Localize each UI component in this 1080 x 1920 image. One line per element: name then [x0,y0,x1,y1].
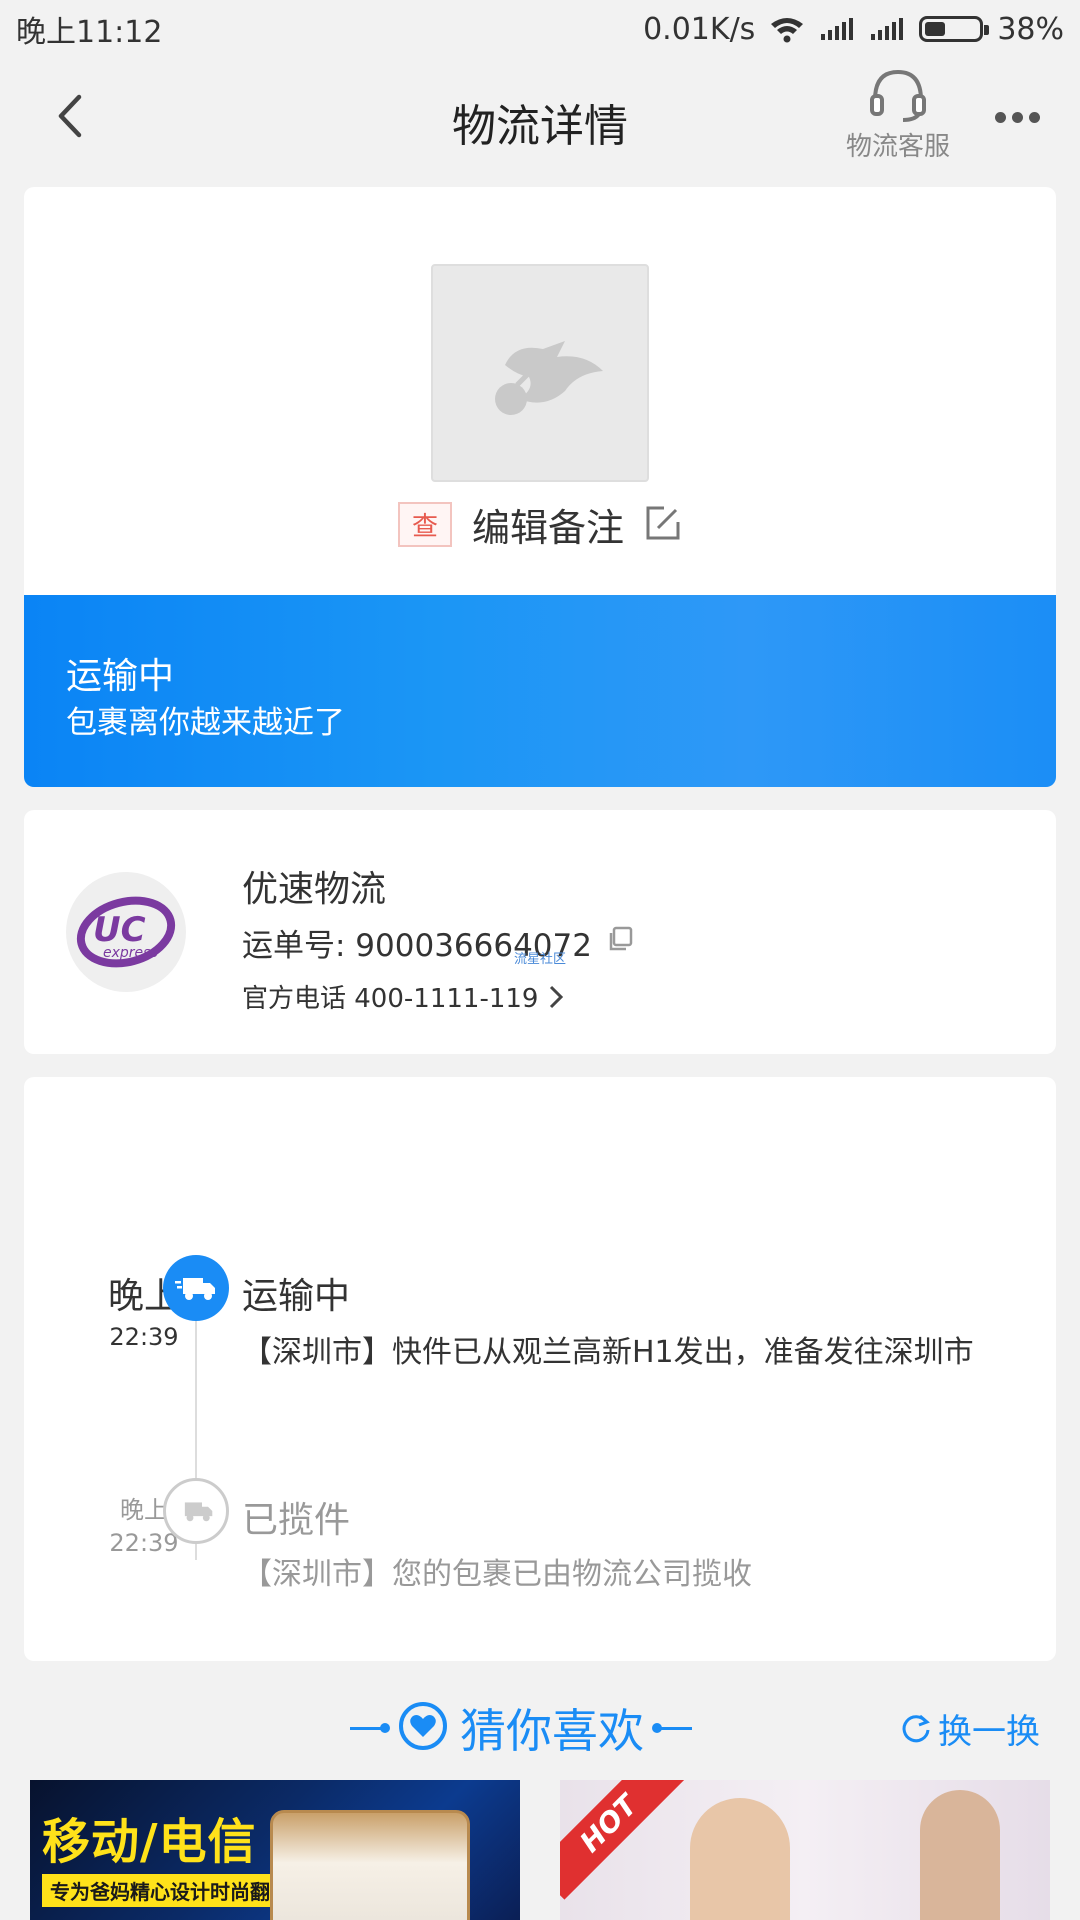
official-phone-label: 官方电话 400-1111-119 [242,984,539,1014]
tracking-timeline: 晚上 22:39 运输中 【深圳市】快件已从观兰高新H1发出，准备发往深圳市 晚… [24,1077,1056,1661]
customer-service-label: 物流客服 [845,132,950,162]
carrier-card: UC express 优速物流 运单号: 900036664072 流星社区 官… [24,810,1056,1054]
headset-icon [870,69,926,122]
wifi-icon [769,15,805,43]
timeline-desc: 【深圳市】快件已从观兰高新H1发出，准备发往深圳市 [242,1335,974,1370]
truck-icon [163,1478,229,1544]
phone-product-image [270,1810,470,1920]
edit-remark-label[interactable]: 编辑备注 [472,497,624,552]
copy-icon[interactable] [606,925,634,961]
recommendation-title: 猜你喜欢 [460,1704,644,1758]
signal-icon-2 [869,16,905,42]
divider [652,1722,692,1733]
edit-icon[interactable] [644,504,682,546]
shipping-status-title: 运输中 [66,656,175,697]
chevron-right-icon [550,985,564,1008]
divider [350,1722,390,1733]
product-image-person [690,1798,790,1920]
battery-icon [919,16,990,42]
refresh-label: 换一换 [938,1711,1040,1752]
customer-service-button[interactable]: 物流客服 [838,66,958,170]
shipping-status-subtitle: 包裹离你越来越近了 [66,705,345,741]
carrier-name: 优速物流 [242,869,387,910]
truck-icon [163,1255,229,1321]
product-subtitle: 专为爸妈精心设计时尚翻盖 [42,1874,298,1907]
more-button[interactable] [985,92,1049,142]
status-indicators: 0.01K/s 38% [643,12,1064,47]
timeline-clock: 22:39 [109,1323,179,1351]
query-tag: 查 [397,502,452,547]
waybill-row: 运单号: 900036664072 [242,920,634,965]
timeline-title: 运输中 [242,1276,351,1317]
hot-badge: HOT [560,1780,685,1900]
watermark: 流星社区 [514,952,567,967]
recommendation-title-group: 猜你喜欢 [350,1690,692,1766]
product-title: 移动/电信 [42,1814,257,1870]
timeline-desc: 【深圳市】您的包裹已由物流公司揽收 [242,1557,752,1592]
svg-text:UC: UC [93,910,146,950]
product-image-person [920,1790,1000,1920]
heart-icon [398,1701,448,1755]
header: 物流详情 物流客服 [0,58,1080,176]
svg-text:express: express [103,945,158,961]
product-card[interactable]: 移动/电信 专为爸妈精心设计时尚翻盖 [30,1780,520,1920]
more-dot-icon [1028,111,1040,123]
remark-row: 查 编辑备注 [24,497,1056,552]
refresh-button[interactable]: 换一换 [900,1690,1040,1766]
refresh-icon [902,1714,930,1743]
more-dot-icon [1011,111,1023,123]
official-phone-link[interactable]: 官方电话 400-1111-119 [242,978,564,1015]
product-card[interactable]: HOT [560,1780,1050,1920]
status-bar: 晚上11:12 0.01K/s 38% [0,0,1080,58]
package-thumbnail[interactable] [431,264,649,482]
status-time: 晚上11:12 [16,15,163,50]
timeline-title: 已揽件 [242,1500,351,1541]
recommendation-header: 猜你喜欢 换一换 [0,1690,1080,1766]
carrier-logo: UC express [66,872,186,992]
signal-icon [819,16,855,42]
network-speed: 0.01K/s [643,11,756,47]
package-card: 查 编辑备注 运输中 包裹离你越来越近了 [24,187,1056,787]
battery-percent: 38% [997,11,1064,47]
bird-placeholder-icon [495,341,603,415]
shipping-status-banner: 运输中 包裹离你越来越近了 [24,595,1056,787]
more-dot-icon [994,111,1006,123]
